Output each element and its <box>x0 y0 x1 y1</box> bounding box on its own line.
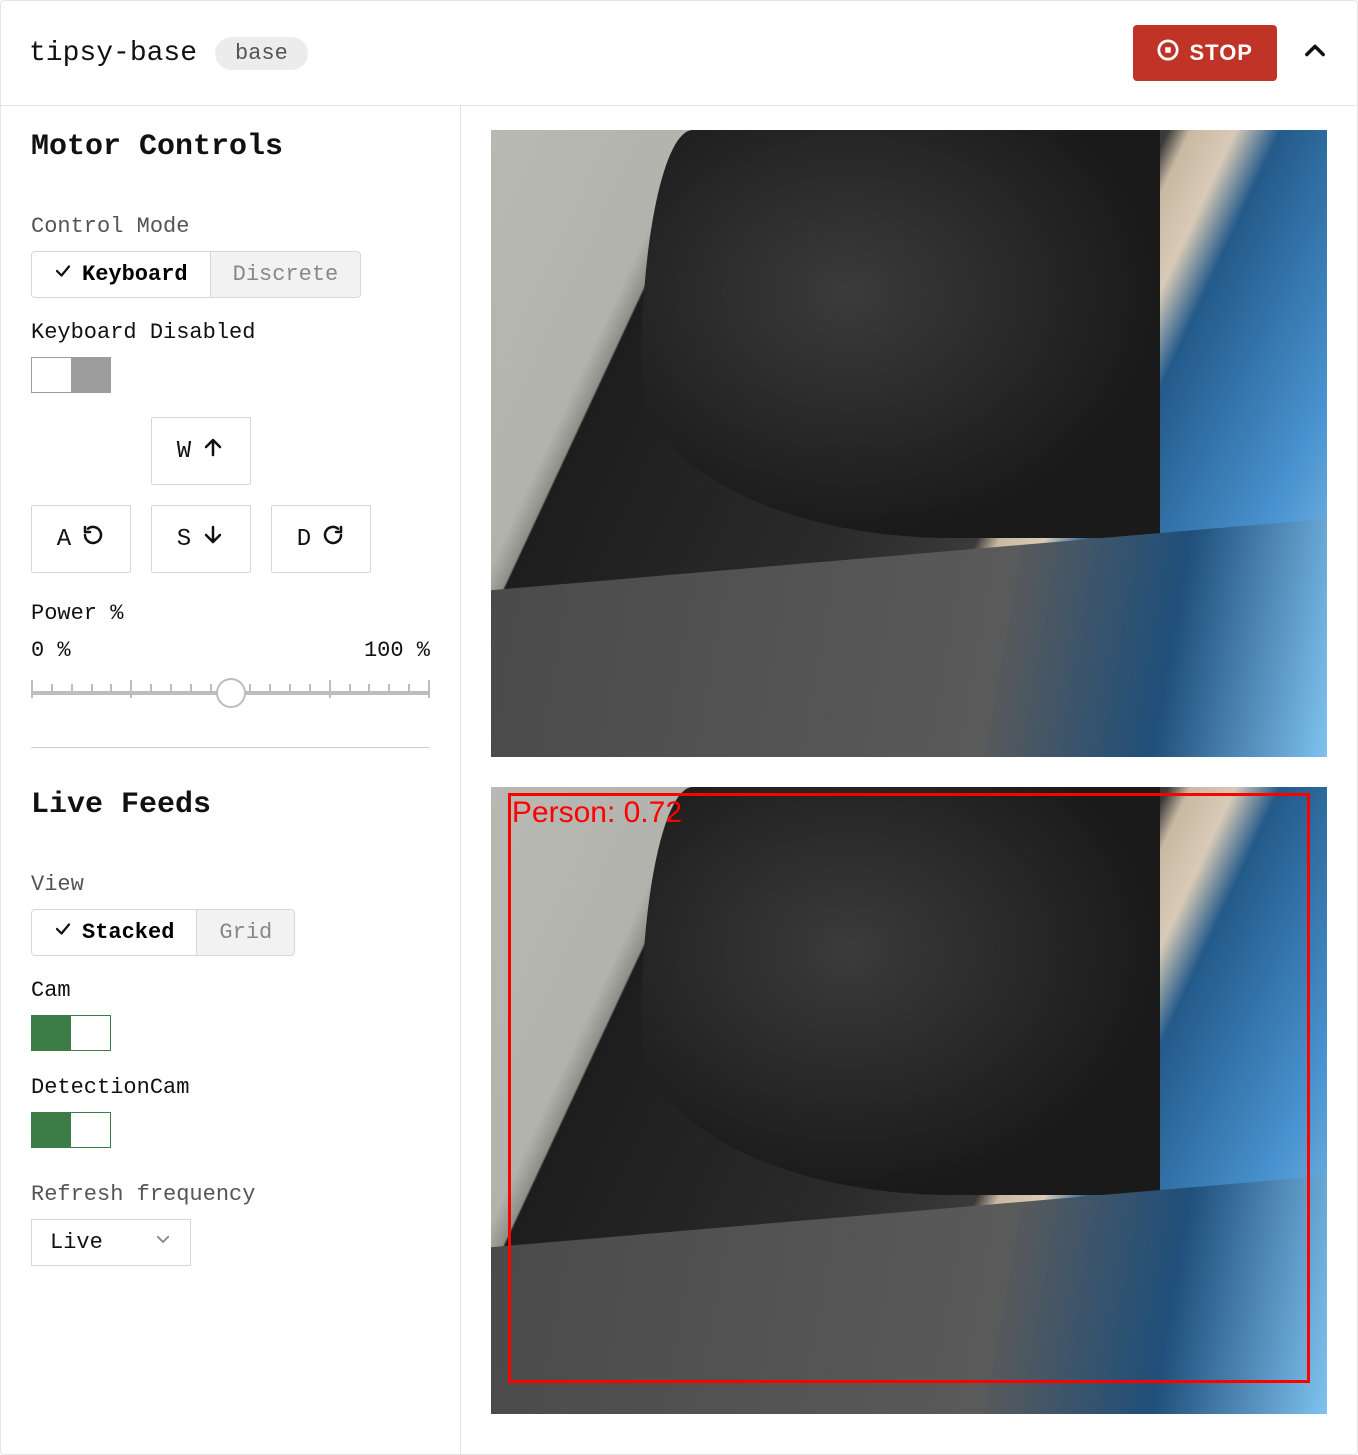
control-mode-label: Control Mode <box>31 214 430 239</box>
mode-discrete-label: Discrete <box>233 262 339 287</box>
power-max: 100 % <box>364 638 430 663</box>
key-a-label: A <box>57 526 71 553</box>
check-icon <box>54 920 72 945</box>
panel-header: tipsy-base base STOP <box>1 1 1357 106</box>
camera-feed-cam <box>491 130 1327 757</box>
check-icon <box>54 262 72 287</box>
view-label: View <box>31 872 430 897</box>
collapse-toggle[interactable] <box>1301 37 1329 70</box>
cam-toggle[interactable] <box>31 1015 111 1051</box>
divider <box>31 747 430 748</box>
key-d-label: D <box>297 526 311 553</box>
stop-button[interactable]: STOP <box>1133 25 1277 81</box>
power-label: Power % <box>31 601 430 626</box>
stop-label: STOP <box>1189 40 1253 66</box>
device-panel: tipsy-base base STOP Motor Controls Cont… <box>0 0 1358 1455</box>
panel-body: Motor Controls Control Mode Keyboard Dis… <box>1 106 1357 1454</box>
mode-discrete-button[interactable]: Discrete <box>211 251 362 298</box>
detection-cam-toggle[interactable] <box>31 1112 111 1148</box>
camera-feed-detectioncam: Person: 0.72 <box>491 787 1327 1414</box>
control-mode-group: Keyboard Discrete <box>31 251 361 298</box>
cam-label: Cam <box>31 978 430 1003</box>
key-s-label: S <box>177 526 191 553</box>
key-s[interactable]: S <box>151 505 251 573</box>
refresh-label: Refresh frequency <box>31 1182 430 1207</box>
key-a[interactable]: A <box>31 505 131 573</box>
refresh-select[interactable]: Live <box>31 1219 191 1266</box>
view-grid-button[interactable]: Grid <box>197 909 295 956</box>
view-stacked-button[interactable]: Stacked <box>31 909 197 956</box>
motor-controls-title: Motor Controls <box>31 130 430 164</box>
arrow-down-icon <box>201 523 225 555</box>
chevron-up-icon <box>1301 52 1329 70</box>
live-feeds-title: Live Feeds <box>31 788 430 822</box>
rotate-ccw-icon <box>81 523 105 555</box>
power-range-labels: 0 % 100 % <box>31 638 430 663</box>
keyboard-state-label: Keyboard Disabled <box>31 320 430 345</box>
keyboard-toggle[interactable] <box>31 357 111 393</box>
power-slider-handle[interactable] <box>216 678 246 708</box>
key-w-label: W <box>177 438 191 465</box>
key-d[interactable]: D <box>271 505 371 573</box>
detection-bbox <box>508 793 1311 1382</box>
sidebar: Motor Controls Control Mode Keyboard Dis… <box>1 106 461 1454</box>
view-grid-label: Grid <box>219 920 272 945</box>
rotate-cw-icon <box>321 523 345 555</box>
device-title: tipsy-base <box>29 38 197 69</box>
stop-icon <box>1157 39 1179 67</box>
device-tag: base <box>215 37 308 70</box>
detection-label: Person: 0.72 <box>512 796 682 830</box>
detection-cam-label: DetectionCam <box>31 1075 430 1100</box>
view-stacked-label: Stacked <box>82 920 174 945</box>
refresh-value: Live <box>50 1230 103 1255</box>
mode-keyboard-label: Keyboard <box>82 262 188 287</box>
chevron-down-icon <box>154 1230 172 1255</box>
mode-keyboard-button[interactable]: Keyboard <box>31 251 211 298</box>
main-feeds: Person: 0.72 <box>461 106 1357 1454</box>
key-w[interactable]: W <box>151 417 251 485</box>
view-group: Stacked Grid <box>31 909 295 956</box>
arrow-up-icon <box>201 435 225 467</box>
power-slider[interactable] <box>31 669 430 715</box>
wasd-keys: W A S D <box>31 417 430 573</box>
power-min: 0 % <box>31 638 71 663</box>
